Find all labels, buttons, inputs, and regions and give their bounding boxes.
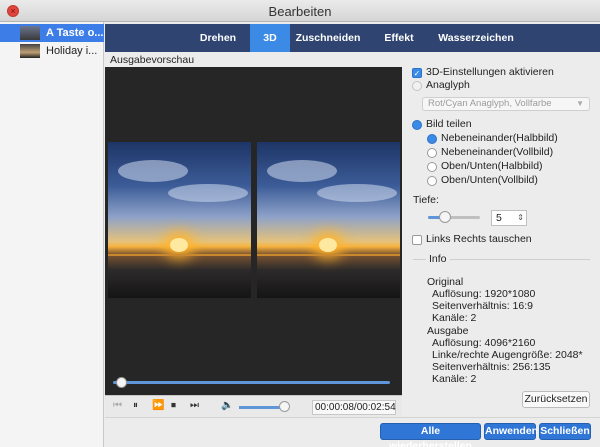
split-option-label-0: Nebeneinander(Halbbild) — [441, 132, 558, 144]
stepper-arrows-icon[interactable]: ⇕ — [517, 211, 524, 225]
info-title: Info — [426, 253, 450, 265]
pause-icon[interactable]: ⏸ — [133, 400, 138, 411]
file-list-sidebar: A Taste o... Holiday i... — [0, 22, 104, 447]
time-display: 00:00:08/00:02:54 — [312, 400, 396, 415]
file-item-label: A Taste o... — [46, 27, 104, 39]
split-image-label: Bild teilen — [426, 118, 472, 130]
original-channels: Kanäle: 2 — [432, 312, 477, 324]
split-option-radio-2[interactable] — [427, 162, 437, 172]
preview-frame-left — [108, 142, 251, 298]
split-option-radio-1[interactable] — [427, 148, 437, 158]
tab-wasserzeichen[interactable]: Wasserzeichen — [433, 24, 519, 52]
swap-left-right-label: Links Rechts tauschen — [426, 233, 532, 245]
anaglyph-label: Anaglyph — [426, 79, 470, 91]
original-heading: Original — [427, 276, 464, 288]
tab-drehen[interactable]: Drehen — [191, 24, 245, 52]
output-aspect: Seitenverhältnis: 256:135 — [432, 361, 551, 373]
swap-left-right-checkbox[interactable] — [412, 235, 422, 245]
reset-button[interactable]: Zurücksetzen — [522, 391, 590, 408]
close-button[interactable]: Schließen — [539, 423, 591, 440]
split-image-radio[interactable] — [412, 120, 422, 130]
anaglyph-radio[interactable] — [412, 81, 422, 91]
video-thumbnail — [20, 44, 40, 58]
apply-button[interactable]: Anwenden — [484, 423, 538, 440]
skip-forward-icon[interactable]: ⏭ — [190, 400, 199, 411]
depth-slider[interactable] — [428, 216, 480, 219]
split-option-label-2: Oben/Unten(Halbbild) — [441, 160, 543, 172]
output-heading: Ausgabe — [427, 325, 469, 337]
preview-frame-right — [257, 142, 400, 298]
preview-label: Ausgabevorschau — [110, 54, 195, 66]
split-option-label-3: Oben/Unten(Vollbild) — [441, 174, 538, 186]
original-aspect: Seitenverhältnis: 16:9 — [432, 300, 533, 312]
sun-image — [319, 238, 337, 252]
tab-3d[interactable]: 3D — [250, 24, 290, 52]
file-item-taste[interactable]: A Taste o... — [0, 24, 104, 42]
enable-3d-label: 3D-Einstellungen aktivieren — [426, 66, 554, 78]
skip-back-icon[interactable]: ⏮ — [113, 400, 122, 411]
fast-forward-icon[interactable]: ⏩ — [152, 400, 164, 411]
sun-image — [170, 238, 188, 252]
speaker-icon[interactable]: 🔈 — [221, 400, 233, 411]
output-eye-size: Linke/rechte Augengröße: 2048* — [432, 349, 583, 361]
file-item-holiday[interactable]: Holiday i... — [0, 42, 104, 60]
chevron-down-icon: ▼ — [576, 99, 584, 108]
playback-controls: ⏮ ⏸ ⏩ ⏹ ⏭ 🔈 00:00:08/00:02:54 — [105, 395, 402, 417]
depth-value: 5 — [496, 212, 502, 224]
depth-stepper[interactable]: 5 ⇕ — [491, 210, 527, 226]
tab-zuschneiden[interactable]: Zuschneiden — [293, 24, 363, 52]
tab-effekt[interactable]: Effekt — [375, 24, 423, 52]
file-item-label: Holiday i... — [46, 45, 98, 57]
original-resolution: Auflösung: 1920*1080 — [432, 288, 536, 300]
stop-icon[interactable]: ⏹ — [171, 400, 176, 411]
enable-3d-checkbox[interactable]: ✓ — [412, 68, 422, 78]
title-bar: × Bearbeiten — [0, 0, 600, 22]
window-title: Bearbeiten — [268, 4, 332, 19]
playback-timeline[interactable] — [113, 381, 390, 384]
tab-bar: Drehen 3D Zuschneiden Effekt Wasserzeich… — [105, 24, 600, 52]
restore-all-button[interactable]: Alle wiederherstellen — [380, 423, 481, 447]
anaglyph-select-value: Rot/Cyan Anaglyph, Vollfarbe — [428, 98, 552, 109]
output-channels: Kanäle: 2 — [432, 373, 477, 385]
split-option-label-1: Nebeneinander(Vollbild) — [441, 146, 554, 158]
output-preview — [105, 67, 402, 395]
depth-handle[interactable] — [439, 211, 451, 223]
depth-label: Tiefe: — [413, 194, 439, 206]
split-option-radio-3[interactable] — [427, 176, 437, 186]
volume-handle[interactable] — [279, 401, 290, 412]
output-resolution: Auflösung: 4096*2160 — [432, 337, 536, 349]
video-thumbnail — [20, 26, 40, 40]
split-option-radio-0[interactable] — [427, 134, 437, 144]
anaglyph-select[interactable]: Rot/Cyan Anaglyph, Vollfarbe ▼ — [422, 97, 590, 111]
